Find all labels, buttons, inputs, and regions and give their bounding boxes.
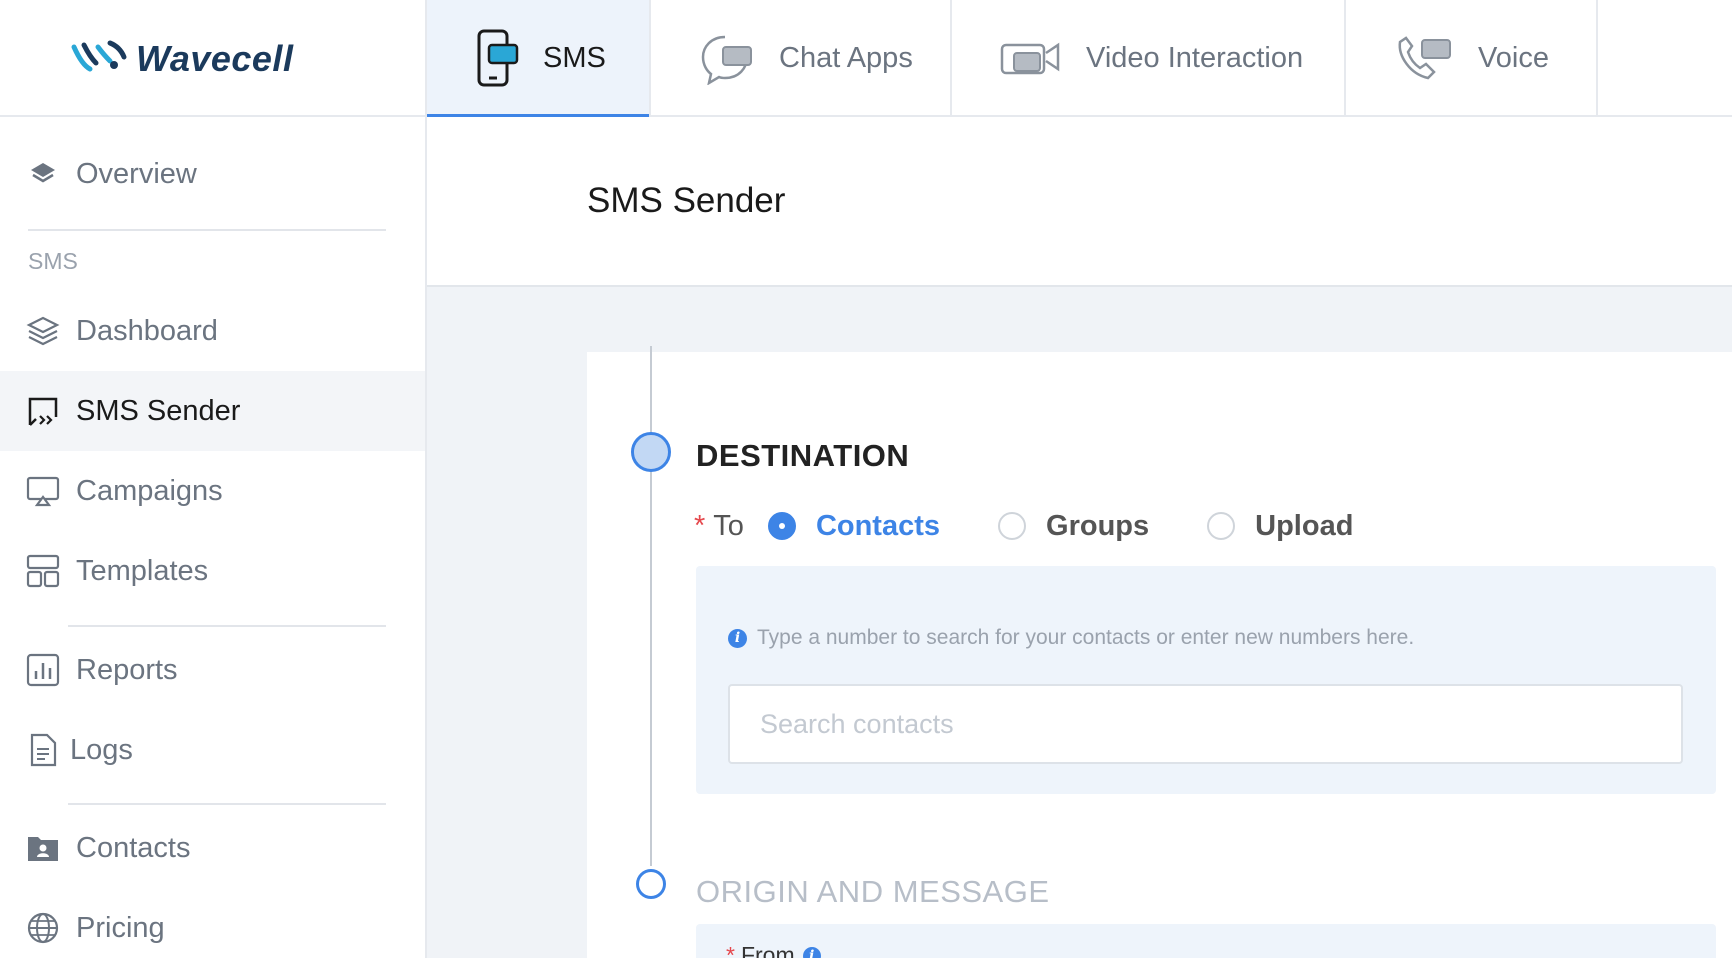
radio-button[interactable] (998, 512, 1027, 540)
phone-chat-icon (475, 29, 519, 89)
radio-button[interactable] (767, 512, 796, 540)
sidebar-item-label: Overview (76, 157, 197, 190)
sidebar-item-label: Pricing (76, 911, 165, 944)
wavecell-logo-icon (70, 39, 128, 78)
tab-video-interaction[interactable]: Video Interaction (952, 0, 1346, 117)
chat-bubble-icon (699, 33, 755, 85)
layers-icon (26, 314, 60, 348)
origin-panel: * From i (696, 924, 1716, 958)
sidebar-item-label: Campaigns (76, 474, 223, 507)
destination-panel: i Type a number to search for your conta… (696, 566, 1716, 794)
product-tabs: SMS Chat Apps Video Interaction Voice (427, 0, 1598, 119)
radio-button[interactable] (1207, 512, 1236, 540)
tab-video-interaction-label: Video Interaction (1086, 42, 1304, 74)
bar-chart-icon (26, 653, 60, 687)
search-contacts-input[interactable] (728, 684, 1683, 764)
tab-sms[interactable]: SMS (427, 0, 651, 119)
sidebar-item-pricing[interactable]: Pricing (0, 888, 425, 958)
radio-contacts[interactable]: Contacts (767, 509, 941, 543)
sidebar-item-dashboard[interactable]: Dashboard (0, 291, 425, 371)
destination-to-row: * To Contacts Groups Upload (694, 506, 1411, 546)
sidebar-item-label: Contacts (76, 831, 191, 864)
page-title: SMS Sender (587, 181, 786, 220)
sidebar-item-contacts[interactable]: Contacts (0, 808, 425, 888)
info-icon: i (728, 628, 747, 648)
stepper-line (650, 346, 652, 866)
radio-label: Upload (1255, 509, 1354, 542)
layers-icon (26, 157, 60, 191)
tab-chat-apps-label: Chat Apps (779, 42, 913, 74)
sidebar-item-label: Logs (70, 733, 133, 766)
tab-voice-label: Voice (1478, 42, 1549, 74)
radio-groups[interactable]: Groups (998, 510, 1149, 543)
radio-label: Groups (1046, 509, 1150, 542)
tab-sms-label: SMS (543, 42, 606, 74)
destination-title: DESTINATION (696, 438, 910, 473)
campaign-screen-icon (26, 474, 60, 508)
radio-label: Contacts (815, 509, 941, 542)
sidebar-item-label: Dashboard (76, 314, 218, 347)
sidebar-section-sms: SMS (28, 248, 78, 274)
from-label: From (740, 942, 795, 958)
sms-sender-icon (26, 394, 60, 428)
tab-chat-apps[interactable]: Chat Apps (651, 0, 952, 117)
info-icon[interactable]: i (802, 946, 821, 958)
radio-upload[interactable]: Upload (1207, 510, 1353, 543)
contacts-folder-icon (26, 831, 60, 865)
sidebar-item-logs[interactable]: Logs (0, 710, 425, 790)
required-mark: * (726, 942, 735, 958)
sidebar-item-overview[interactable]: Overview (0, 134, 425, 214)
templates-grid-icon (26, 554, 60, 588)
sidebar-divider (28, 229, 386, 231)
sidebar-item-sms-sender[interactable]: SMS Sender (0, 371, 425, 451)
sidebar-item-label: Templates (76, 554, 209, 587)
step-indicator-origin (636, 869, 666, 899)
required-mark: * (694, 509, 706, 542)
destination-hint: i Type a number to search for your conta… (728, 626, 1414, 650)
brand-name: Wavecell (136, 37, 294, 79)
sidebar-item-campaigns[interactable]: Campaigns (0, 451, 425, 531)
step-indicator-destination (631, 432, 671, 472)
sidebar-divider (68, 803, 386, 805)
brand-logo[interactable]: Wavecell (0, 0, 427, 117)
document-icon (26, 733, 60, 767)
page-header: SMS Sender (427, 117, 1732, 287)
video-camera-icon (1000, 39, 1062, 79)
to-label: To (713, 509, 744, 542)
globe-icon (26, 911, 60, 945)
sidebar-item-reports[interactable]: Reports (0, 630, 425, 710)
top-bar: Wavecell SMS Chat Apps Video Interaction… (0, 0, 1732, 119)
hint-text: Type a number to search for your contact… (757, 626, 1415, 649)
phone-handset-icon (1394, 35, 1454, 82)
sidebar-item-label: Reports (76, 653, 178, 686)
sidebar-item-templates[interactable]: Templates (0, 531, 425, 611)
from-field-label: * From i (726, 942, 831, 958)
sidebar-item-label: SMS Sender (76, 394, 241, 427)
tab-voice[interactable]: Voice (1346, 0, 1598, 117)
sidebar-divider (68, 625, 386, 627)
sidebar: Overview SMS Dashboard SMS Sender Campai… (0, 117, 427, 958)
origin-message-title: ORIGIN AND MESSAGE (696, 874, 1050, 909)
